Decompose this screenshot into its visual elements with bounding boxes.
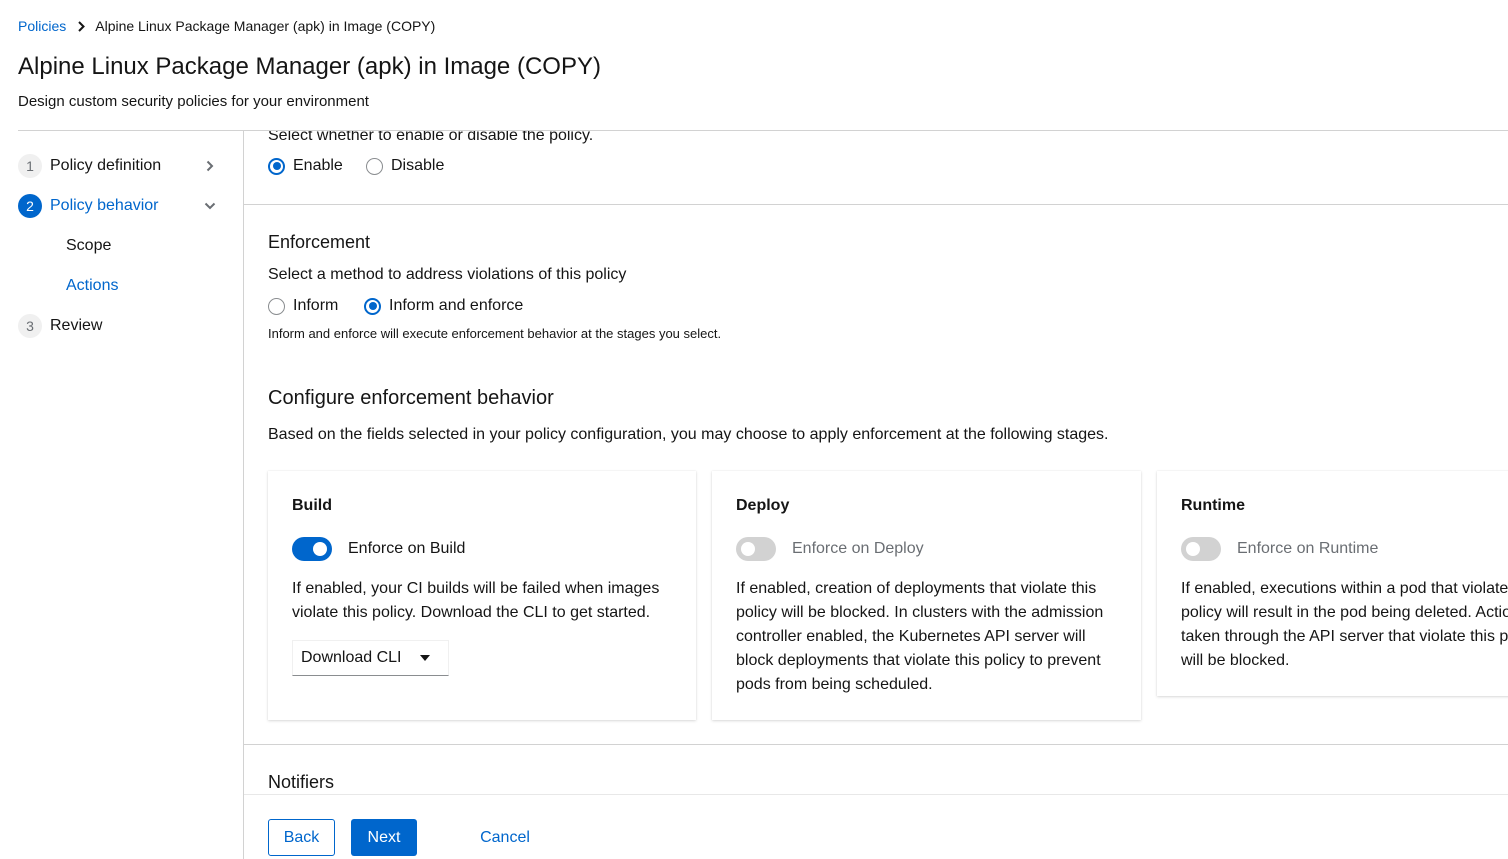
switch-knob — [741, 542, 755, 556]
disable-radio[interactable]: Disable — [366, 157, 444, 175]
enforce-on-runtime-row: Enforce on Runtime — [1181, 537, 1378, 561]
enforce-on-build-label: Enforce on Build — [348, 540, 466, 557]
runtime-card-title: Runtime — [1181, 497, 1245, 514]
inform-and-enforce-radio[interactable]: Inform and enforce — [364, 297, 523, 315]
configure-enforcement-description: Based on the fields selected in your pol… — [268, 426, 1109, 443]
description-line: violate this policy. Download the CLI to… — [292, 604, 651, 621]
enforce-on-runtime-label: Enforce on Runtime — [1237, 540, 1379, 557]
enforcement-title: Enforcement — [268, 232, 371, 252]
step-label: Review — [50, 317, 103, 334]
enable-radio[interactable]: Enable — [268, 157, 343, 175]
wizard-substep-scope[interactable]: Scope — [66, 234, 111, 258]
runtime-card: Runtime Enforce on Runtime If enabled, e… — [1157, 471, 1508, 696]
description-line: controller enabled, the Kubernetes API s… — [736, 628, 1086, 645]
enforce-on-runtime-switch[interactable] — [1181, 537, 1221, 561]
description-line: will be blocked. — [1181, 652, 1290, 669]
runtime-card-description: If enabled, executions within a pod that… — [1181, 577, 1508, 673]
download-cli-dropdown[interactable]: Download CLI — [292, 640, 449, 676]
enable-label: Enable — [293, 157, 343, 174]
breadcrumb-current: Alpine Linux Package Manager (apk) in Im… — [95, 18, 436, 34]
wizard-step-policy-definition[interactable]: 1 Policy definition — [18, 154, 218, 178]
section-divider — [244, 744, 1508, 745]
deploy-card: Deploy Enforce on Deploy If enabled, cre… — [712, 471, 1141, 720]
step-label: Policy behavior — [50, 197, 159, 214]
enforce-on-build-row: Enforce on Build — [292, 537, 465, 561]
wizard-step-policy-behavior[interactable]: 2 Policy behavior — [18, 194, 218, 218]
description-line: If enabled, creation of deployments that… — [736, 580, 1097, 597]
enforcement-description: Select a method to address violations of… — [268, 266, 627, 283]
build-card-description: If enabled, your CI builds will be faile… — [292, 577, 659, 625]
description-line: If enabled, your CI builds will be faile… — [292, 580, 660, 597]
next-button[interactable]: Next — [351, 819, 417, 856]
deploy-card-description: If enabled, creation of deployments that… — [736, 577, 1103, 697]
enforce-on-deploy-row: Enforce on Deploy — [736, 537, 924, 561]
chevron-right-icon — [78, 20, 86, 32]
enforcement-helper-text: Inform and enforce will execute enforcem… — [268, 326, 722, 341]
chevron-down-icon[interactable] — [202, 202, 218, 210]
description-line: taken through the API server that violat… — [1181, 628, 1508, 645]
configure-enforcement-title: Configure enforcement behavior — [268, 387, 554, 409]
radio-indicator[interactable] — [268, 297, 285, 315]
page-description: Design custom security policies for your… — [18, 93, 369, 110]
build-card-title: Build — [292, 497, 332, 514]
inform-radio[interactable]: Inform — [268, 297, 338, 315]
description-line: pods from being scheduled. — [736, 676, 933, 693]
description-line: block deployments that violate this poli… — [736, 652, 1101, 669]
wizard-step-review[interactable]: 3 Review — [18, 314, 218, 338]
inform-label: Inform — [293, 297, 339, 314]
back-button[interactable]: Back — [268, 819, 335, 856]
description-line: If enabled, executions within a pod that… — [1181, 580, 1508, 597]
cancel-button[interactable]: Cancel — [470, 819, 540, 856]
description-line: policy will result in the pod being dele… — [1181, 604, 1508, 621]
wizard-footer: Back Next Cancel — [244, 794, 1508, 859]
build-card: Build Enforce on Build If enabled, your … — [268, 471, 696, 720]
enforce-on-build-switch[interactable] — [292, 537, 332, 561]
radio-indicator[interactable] — [268, 157, 285, 175]
radio-indicator[interactable] — [364, 297, 381, 315]
step-number: 2 — [18, 194, 42, 218]
breadcrumb: Policies Alpine Linux Package Manager (a… — [18, 17, 435, 35]
disable-label: Disable — [391, 157, 445, 174]
notifiers-title: Notifiers — [268, 772, 335, 792]
caret-down-icon — [420, 655, 430, 661]
breadcrumb-policies-link[interactable]: Policies — [18, 18, 66, 34]
switch-knob — [313, 542, 327, 556]
inform-and-enforce-label: Inform and enforce — [389, 297, 524, 314]
step-number: 3 — [18, 314, 42, 338]
chevron-right-icon[interactable] — [202, 160, 218, 172]
step-number: 1 — [18, 154, 42, 178]
section-divider — [244, 204, 1508, 205]
enforce-on-deploy-switch[interactable] — [736, 537, 776, 561]
wizard-main-content: Select whether to enable or disable the … — [244, 131, 1508, 794]
page-title: Alpine Linux Package Manager (apk) in Im… — [18, 53, 601, 80]
enforce-on-deploy-label: Enforce on Deploy — [792, 540, 924, 557]
download-cli-label: Download CLI — [301, 649, 402, 666]
deploy-card-title: Deploy — [736, 497, 790, 514]
step-label: Policy definition — [50, 157, 162, 174]
description-line: policy will be blocked. In clusters with… — [736, 604, 1104, 621]
radio-indicator[interactable] — [366, 157, 383, 175]
status-description: Select whether to enable or disable the … — [268, 131, 594, 144]
switch-knob — [1186, 542, 1200, 556]
wizard-substep-actions[interactable]: Actions — [66, 274, 118, 298]
